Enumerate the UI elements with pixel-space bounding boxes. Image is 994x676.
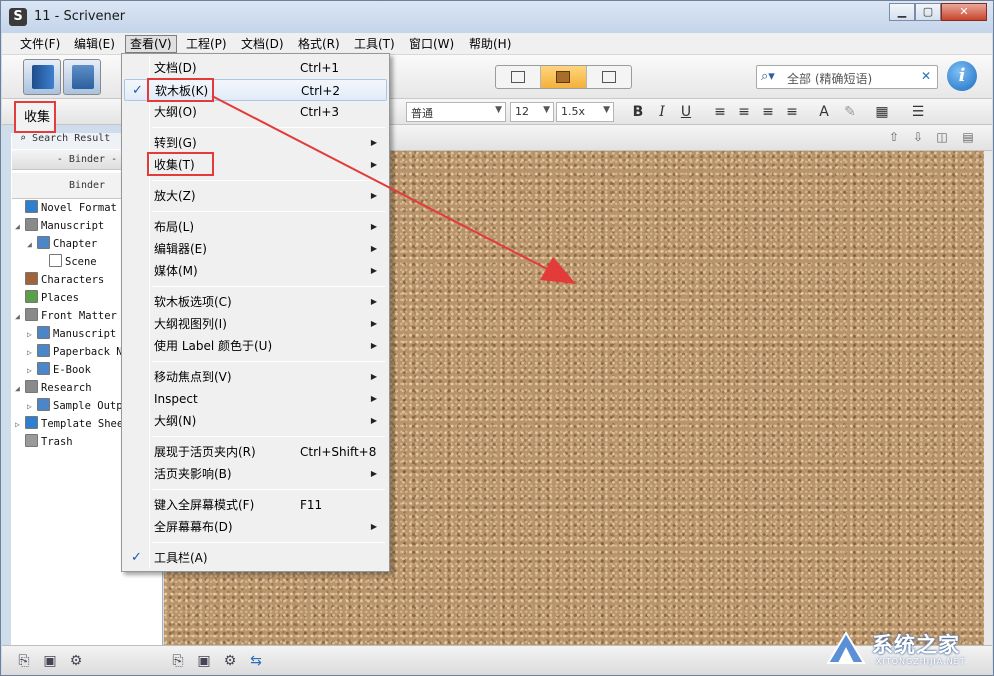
annotation-arrow [211,95,576,284]
watermark-text: 系统之家 [872,633,960,657]
watermark: 系统之家 XITONGZHIJIA.NET [824,625,992,673]
watermark-logo-icon [826,631,866,664]
watermark-subtext: XITONGZHIJIA.NET [876,657,966,666]
